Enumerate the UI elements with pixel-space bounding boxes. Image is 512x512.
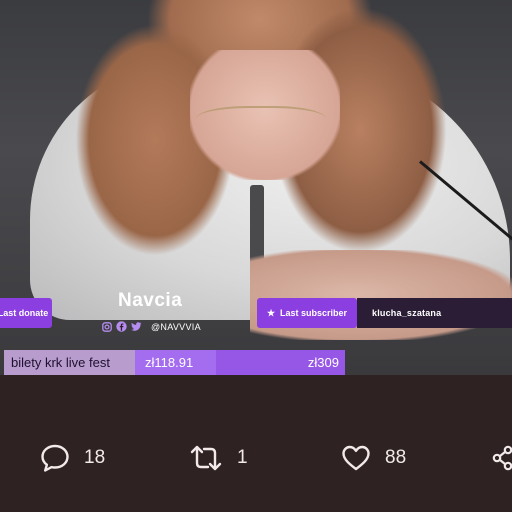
instagram-icon [101, 321, 112, 332]
repost-count: 1 [237, 447, 248, 468]
goal-current-amount: zł118.91 [145, 355, 194, 370]
last-subscriber-badge: ★ Last subscriber [257, 298, 357, 328]
streamer-handle: @NAVVVIA [151, 321, 201, 332]
share-icon [492, 443, 512, 473]
share-button[interactable] [492, 430, 512, 486]
stream-video-frame[interactable]: Last donate Navcia @NAVVVIA ★ Last subsc… [0, 0, 512, 375]
last-subscriber-label: Last subscriber [280, 308, 348, 318]
like-count: 88 [385, 447, 407, 468]
heart-icon [340, 443, 372, 473]
donation-goal-widget: bilety krk live fest zł118.91 zł309 [4, 350, 345, 375]
goal-progress-bar: zł118.91 zł309 [135, 350, 345, 375]
like-button[interactable]: 88 [340, 430, 406, 486]
social-links: @NAVVVIA [101, 321, 201, 332]
streamer-name: Navcia [118, 290, 183, 311]
video-subject-glasses [196, 106, 326, 138]
post-action-bar: 18 1 88 [0, 430, 512, 486]
repost-icon [188, 443, 224, 473]
star-icon: ★ [266, 307, 276, 318]
reply-icon [39, 443, 71, 473]
twitter-icon [131, 321, 142, 332]
repost-button[interactable]: 1 [188, 430, 248, 486]
last-subscriber-name: klucha_szatana [357, 298, 512, 328]
goal-target-amount: zł309 [307, 355, 339, 370]
reply-count: 18 [84, 447, 106, 468]
reply-button[interactable]: 18 [39, 430, 105, 486]
last-donate-label: Last donate [0, 308, 49, 318]
last-donate-badge: Last donate [0, 298, 52, 328]
facebook-icon [116, 321, 127, 332]
goal-label: bilety krk live fest [4, 350, 135, 375]
